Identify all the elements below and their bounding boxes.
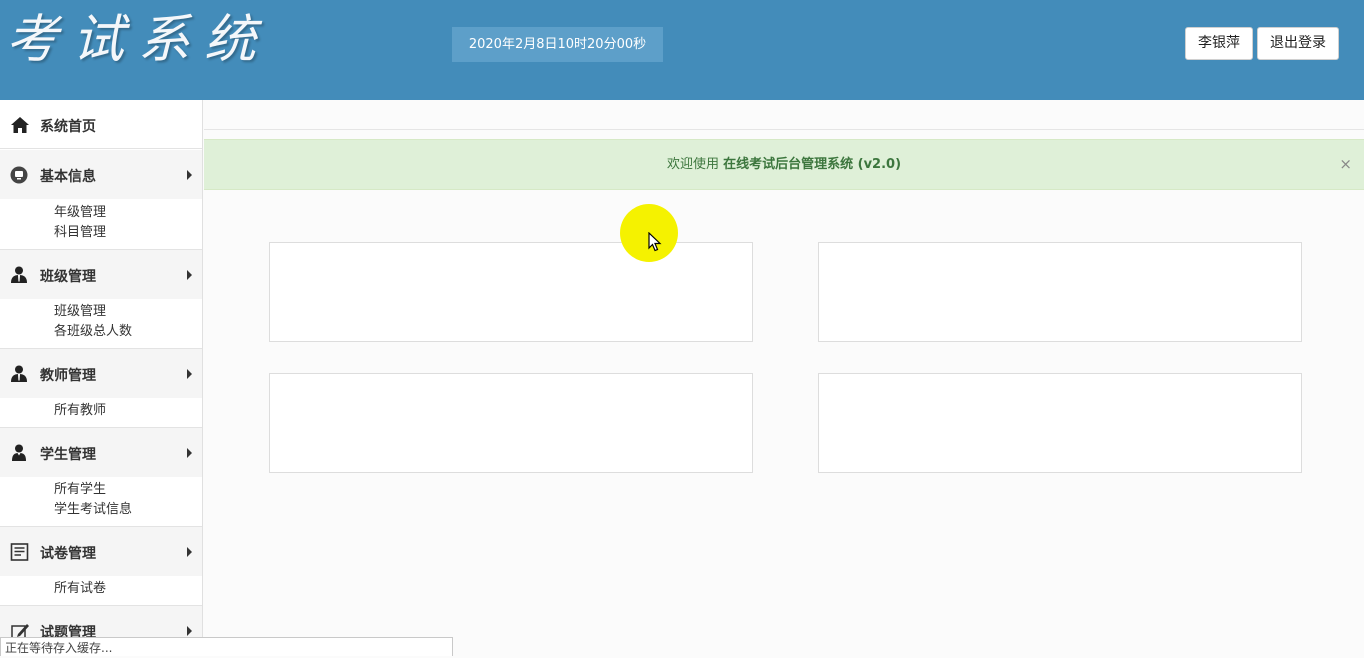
submenu-item[interactable]: 年级管理 <box>54 201 106 220</box>
home-icon <box>11 117 29 133</box>
document-icon <box>10 543 29 561</box>
user-button[interactable]: 李银萍 <box>1185 27 1253 60</box>
user-icon <box>11 266 27 283</box>
content-top-divider <box>204 129 1364 130</box>
caret-right-icon <box>187 547 192 557</box>
sidebar-item-basic-info[interactable]: 基本信息 <box>0 150 202 199</box>
caret-right-icon <box>187 170 192 180</box>
submenu-item[interactable]: 所有教师 <box>54 399 106 418</box>
alert-system-name: 在线考试后台管理系统 <box>723 157 854 172</box>
header: 考试系统 2020年2月8日10时20分00秒 李银萍 退出登录 <box>0 0 1364 100</box>
submenu-item[interactable]: 班级管理 <box>54 300 106 319</box>
mouse-pointer-icon <box>648 232 662 252</box>
dashboard-panel <box>269 373 753 473</box>
sidebar-item-label: 试卷管理 <box>40 546 96 562</box>
sidebar-item-class[interactable]: 班级管理 <box>0 250 202 299</box>
submenu-item[interactable]: 各班级总人数 <box>54 320 132 339</box>
sidebar: 系统首页 基本信息 年级管理 科目管理 班级管理 班级管理 各班级总人数 教师管… <box>0 100 203 656</box>
close-icon[interactable]: × <box>1339 140 1352 189</box>
caret-right-icon <box>187 270 192 280</box>
user-icon <box>11 365 27 382</box>
sidebar-item-label: 学生管理 <box>40 447 96 463</box>
sidebar-item-label: 班级管理 <box>40 269 96 285</box>
dashboard-panel <box>269 242 753 342</box>
dashboard-panel <box>818 373 1302 473</box>
sidebar-item-paper[interactable]: 试卷管理 <box>0 527 202 576</box>
sidebar-item-label: 教师管理 <box>40 368 96 384</box>
sidebar-item-home[interactable]: 系统首页 <box>0 100 202 149</box>
dashboard-panel <box>818 242 1302 342</box>
logout-button[interactable]: 退出登录 <box>1257 27 1339 60</box>
submenu-item[interactable]: 所有试卷 <box>54 577 106 596</box>
sidebar-item-student[interactable]: 学生管理 <box>0 428 202 477</box>
sidebar-item-label: 系统首页 <box>40 119 96 135</box>
caret-right-icon <box>187 369 192 379</box>
submenu-item[interactable]: 学生考试信息 <box>54 498 132 517</box>
datetime-display: 2020年2月8日10时20分00秒 <box>452 27 663 62</box>
submenu-item[interactable]: 科目管理 <box>54 221 106 240</box>
status-bar: 正在等待存入缓存... <box>0 637 453 656</box>
sidebar-item-teacher[interactable]: 教师管理 <box>0 349 202 398</box>
alert-prefix: 欢迎使用 <box>666 157 724 172</box>
sidebar-item-label: 基本信息 <box>40 169 96 185</box>
submenu-item[interactable]: 所有学生 <box>54 478 106 497</box>
alert-version: (v2.0) <box>853 157 902 172</box>
welcome-alert: 欢迎使用 在线考试后台管理系统 (v2.0) × <box>204 139 1364 190</box>
monitor-icon <box>10 166 28 184</box>
app-logo: 考试系统 <box>6 10 271 70</box>
caret-right-icon <box>187 626 192 636</box>
caret-right-icon <box>187 448 192 458</box>
student-icon <box>12 444 26 461</box>
